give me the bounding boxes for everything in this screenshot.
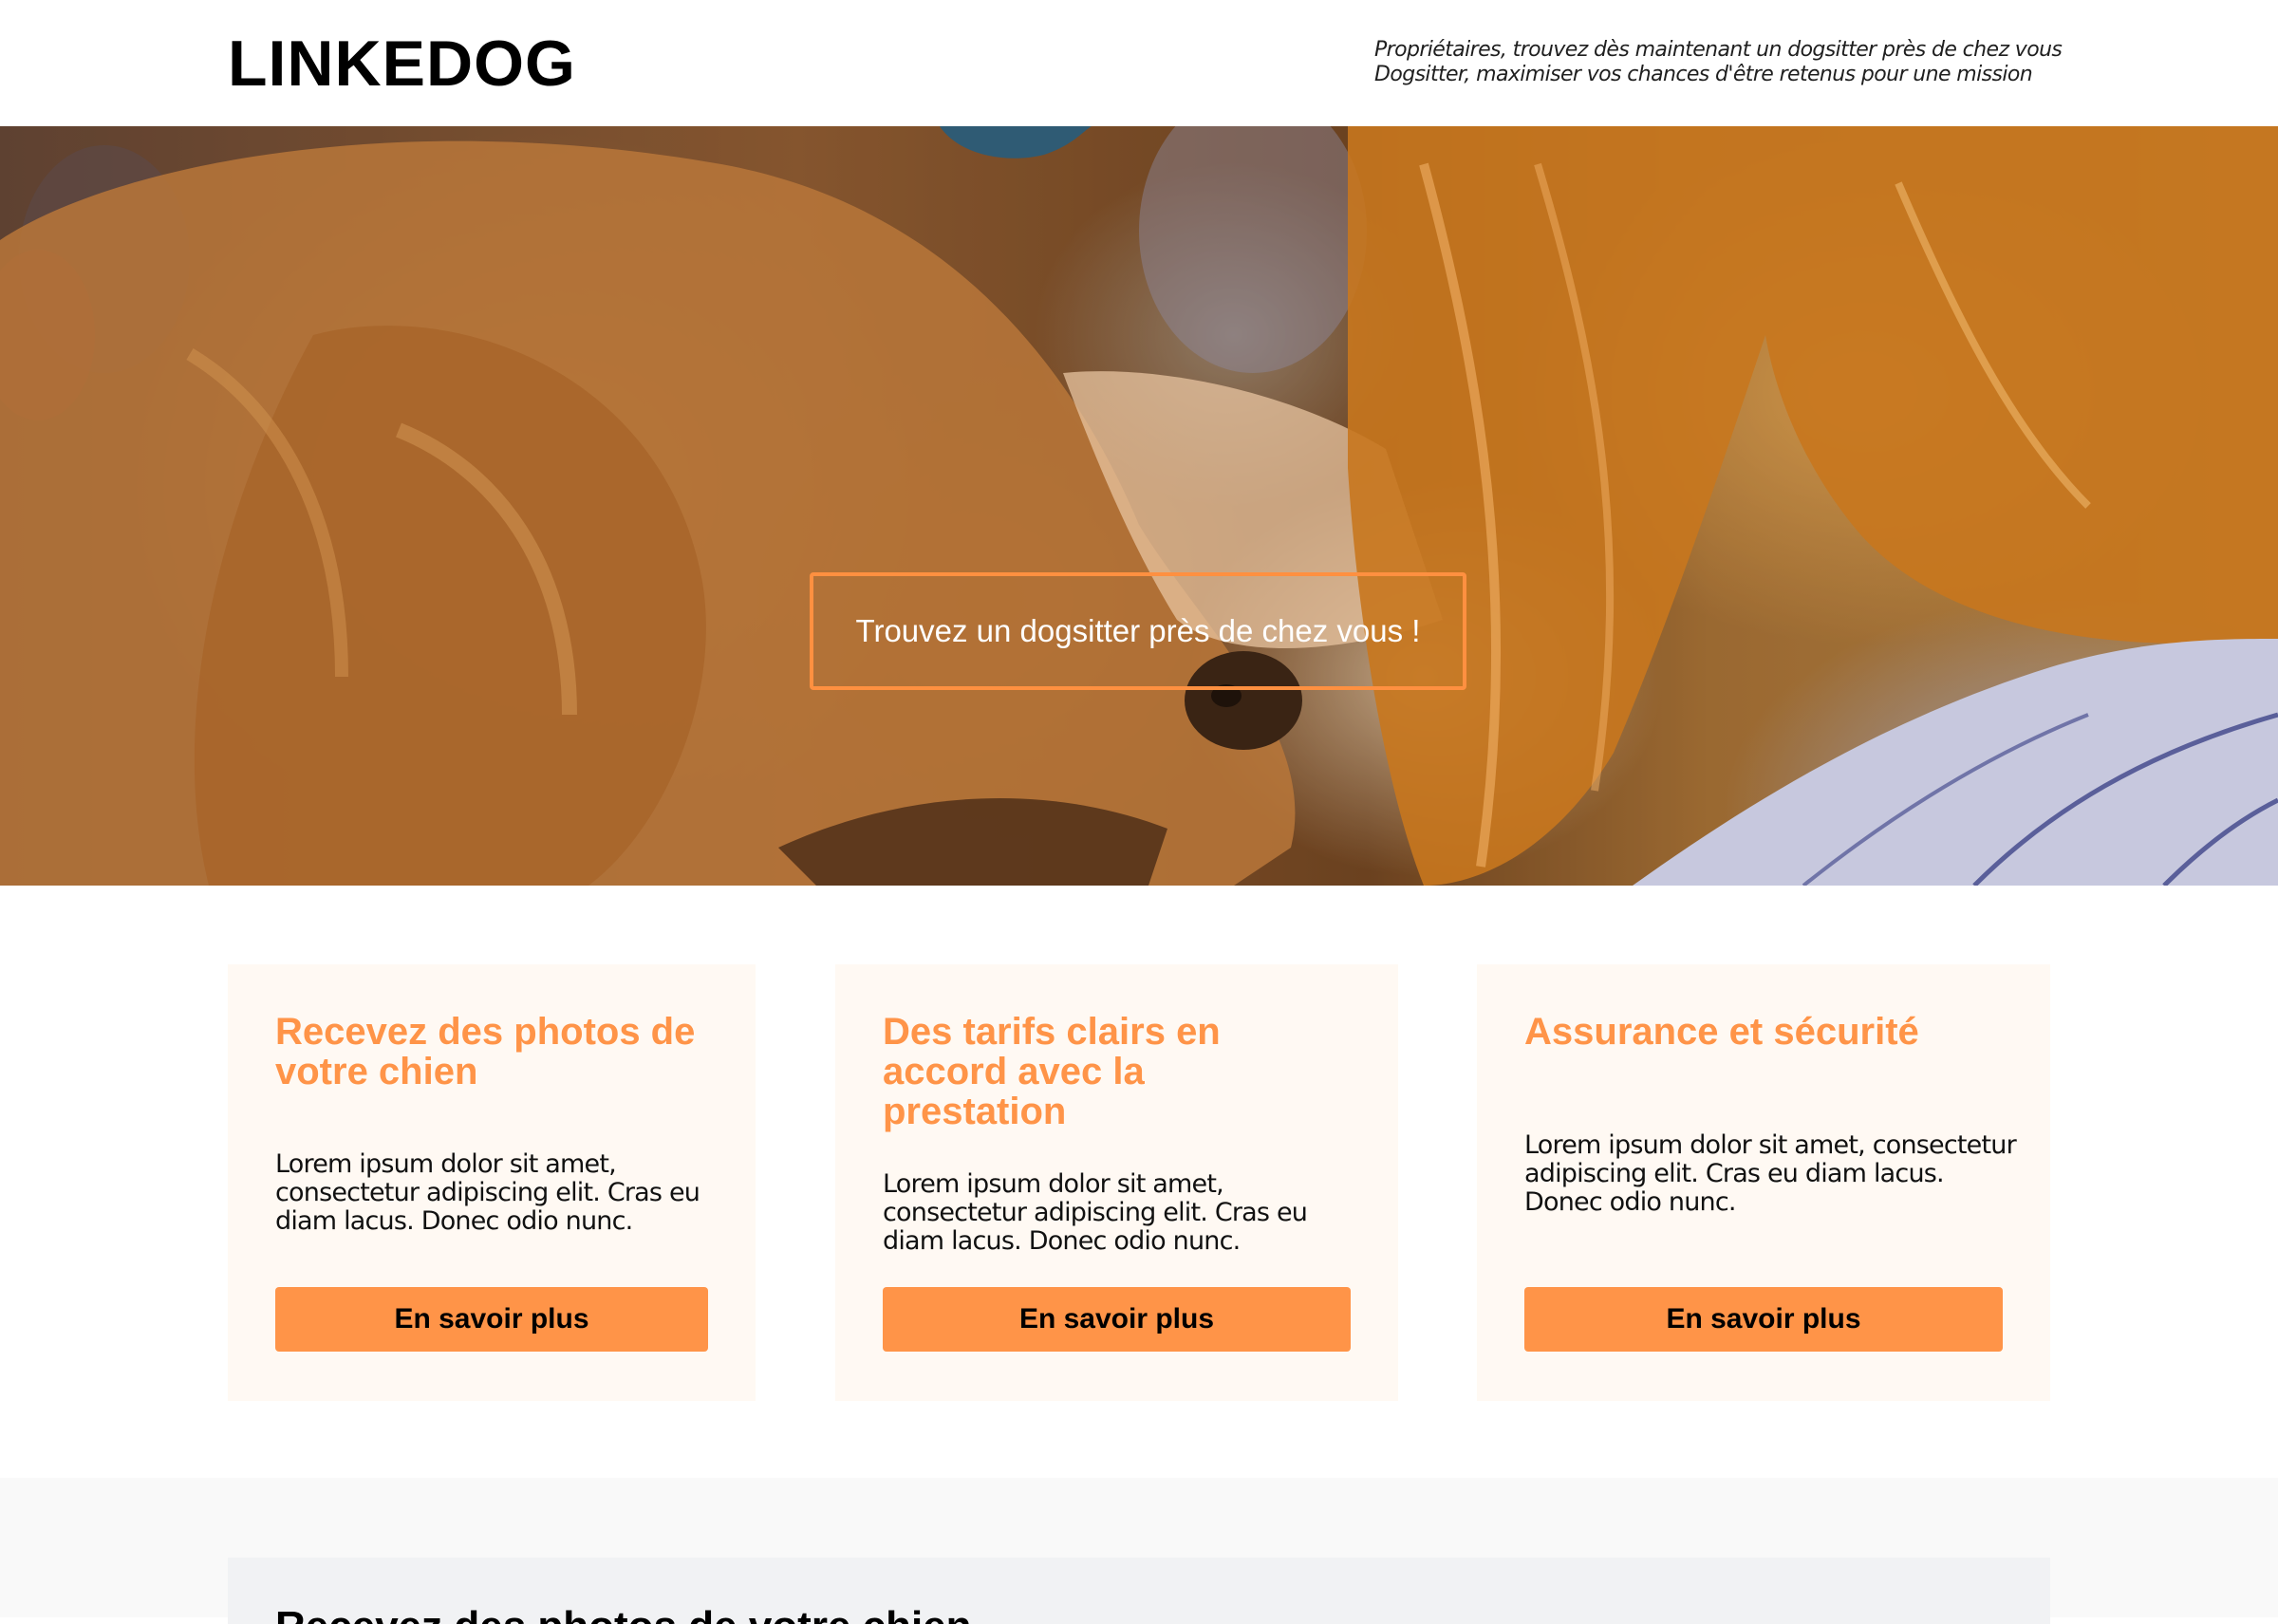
find-dogsitter-button[interactable]: Trouvez un dogsitter près de chez vous !: [810, 572, 1466, 690]
learn-more-button[interactable]: En savoir plus: [1524, 1287, 2003, 1352]
tagline-owners: Propriétaires, trouvez dès maintenant un…: [1374, 38, 2063, 62]
section-title: Recevez des photos de votre chien: [275, 1603, 972, 1624]
feature-card-pricing: Des tarifs clairs en accord avec la pres…: [835, 964, 1398, 1401]
learn-more-button[interactable]: En savoir plus: [275, 1287, 708, 1352]
feature-text: Lorem ipsum dolor sit amet, consectetur …: [275, 1149, 700, 1236]
photos-section: Recevez des photos de votre chien: [0, 1478, 2278, 1624]
site-logo[interactable]: LINKEDOG: [228, 27, 576, 101]
hero-banner: Trouvez un dogsitter près de chez vous !: [0, 126, 2278, 886]
feature-title: Assurance et sécurité: [1524, 1011, 1919, 1053]
feature-title: Recevez des photos de votre chien: [275, 1011, 696, 1092]
hero-image-dog-and-girl: [0, 126, 2278, 886]
find-dogsitter-label: Trouvez un dogsitter près de chez vous !: [855, 613, 1421, 648]
tagline-sitters: Dogsitter, maximiser vos chances d'être …: [1374, 63, 2033, 86]
feature-card-photos: Recevez des photos de votre chien Lorem …: [228, 964, 756, 1401]
header-tagline: Propriétaires, trouvez dès maintenant un…: [1374, 38, 2096, 87]
feature-title: Des tarifs clairs en accord avec la pres…: [883, 1011, 1221, 1132]
learn-more-button[interactable]: En savoir plus: [883, 1287, 1351, 1352]
feature-text: Lorem ipsum dolor sit amet, consectetur …: [1524, 1130, 2017, 1217]
feature-text: Lorem ipsum dolor sit amet, consectetur …: [883, 1169, 1308, 1256]
photos-panel: Recevez des photos de votre chien: [228, 1558, 2050, 1624]
site-header: LINKEDOG Propriétaires, trouvez dès main…: [0, 0, 2278, 126]
feature-card-insurance: Assurance et sécurité Lorem ipsum dolor …: [1477, 964, 2050, 1401]
